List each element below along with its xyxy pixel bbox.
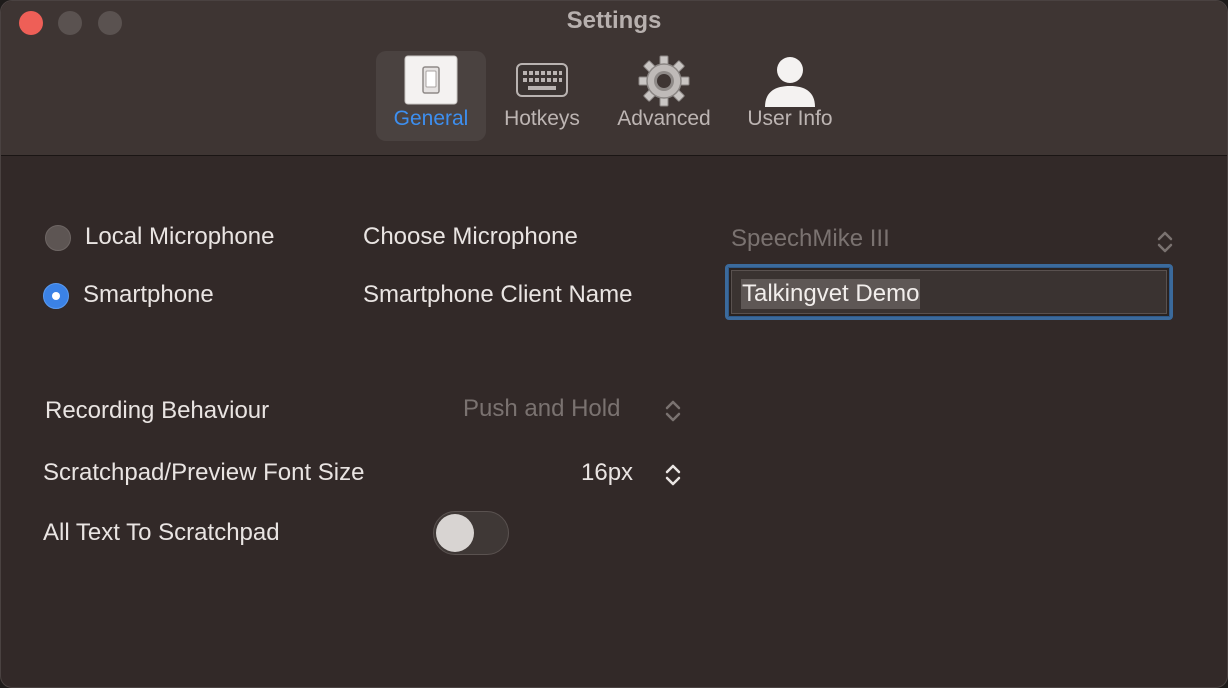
- tab-hotkeys[interactable]: Hotkeys: [493, 51, 591, 141]
- smartphone-label[interactable]: Smartphone: [83, 281, 214, 309]
- smartphone-client-name-value: Talkingvet Demo: [741, 279, 921, 309]
- tab-general[interactable]: General: [376, 51, 486, 141]
- font-size-value[interactable]: 16px: [581, 459, 633, 487]
- tab-hotkeys-label: Hotkeys: [504, 107, 580, 130]
- switch-icon: [404, 55, 458, 110]
- choose-microphone-label: Choose Microphone: [363, 223, 578, 250]
- tab-advanced-label: Advanced: [617, 107, 711, 130]
- smartphone-client-name-label: Smartphone Client Name: [363, 281, 633, 308]
- settings-window: Settings General Hotkeys Advanced User I…: [0, 0, 1228, 688]
- local-microphone-radio[interactable]: [45, 225, 71, 251]
- gear-icon: [636, 55, 692, 112]
- font-size-stepper-icon[interactable]: [664, 462, 682, 488]
- window-title: Settings: [566, 7, 662, 34]
- toolbar: Settings General Hotkeys Advanced User I…: [1, 1, 1227, 156]
- keyboard-icon: [516, 63, 568, 102]
- smartphone-radio[interactable]: [43, 283, 69, 309]
- microphone-select-chevron-icon[interactable]: [1156, 229, 1174, 255]
- recording-behaviour-label: Recording Behaviour: [45, 397, 270, 424]
- local-microphone-label[interactable]: Local Microphone: [85, 223, 274, 251]
- tab-advanced[interactable]: Advanced: [605, 51, 723, 141]
- smartphone-client-name-input[interactable]: Talkingvet Demo: [725, 264, 1173, 320]
- user-icon: [762, 55, 818, 112]
- recording-behaviour-select-value[interactable]: Push and Hold: [463, 395, 620, 423]
- all-text-to-scratchpad-toggle[interactable]: [433, 511, 509, 555]
- recording-behaviour-chevron-icon[interactable]: [664, 398, 682, 424]
- microphone-select-value[interactable]: SpeechMike III: [731, 225, 890, 253]
- font-size-label: Scratchpad/Preview Font Size: [43, 459, 365, 486]
- all-text-to-scratchpad-label: All Text To Scratchpad: [43, 519, 280, 546]
- tab-user-info[interactable]: User Info: [735, 51, 845, 141]
- toggle-knob: [436, 514, 474, 552]
- tab-user-info-label: User Info: [747, 107, 833, 130]
- tab-general-label: General: [393, 107, 469, 130]
